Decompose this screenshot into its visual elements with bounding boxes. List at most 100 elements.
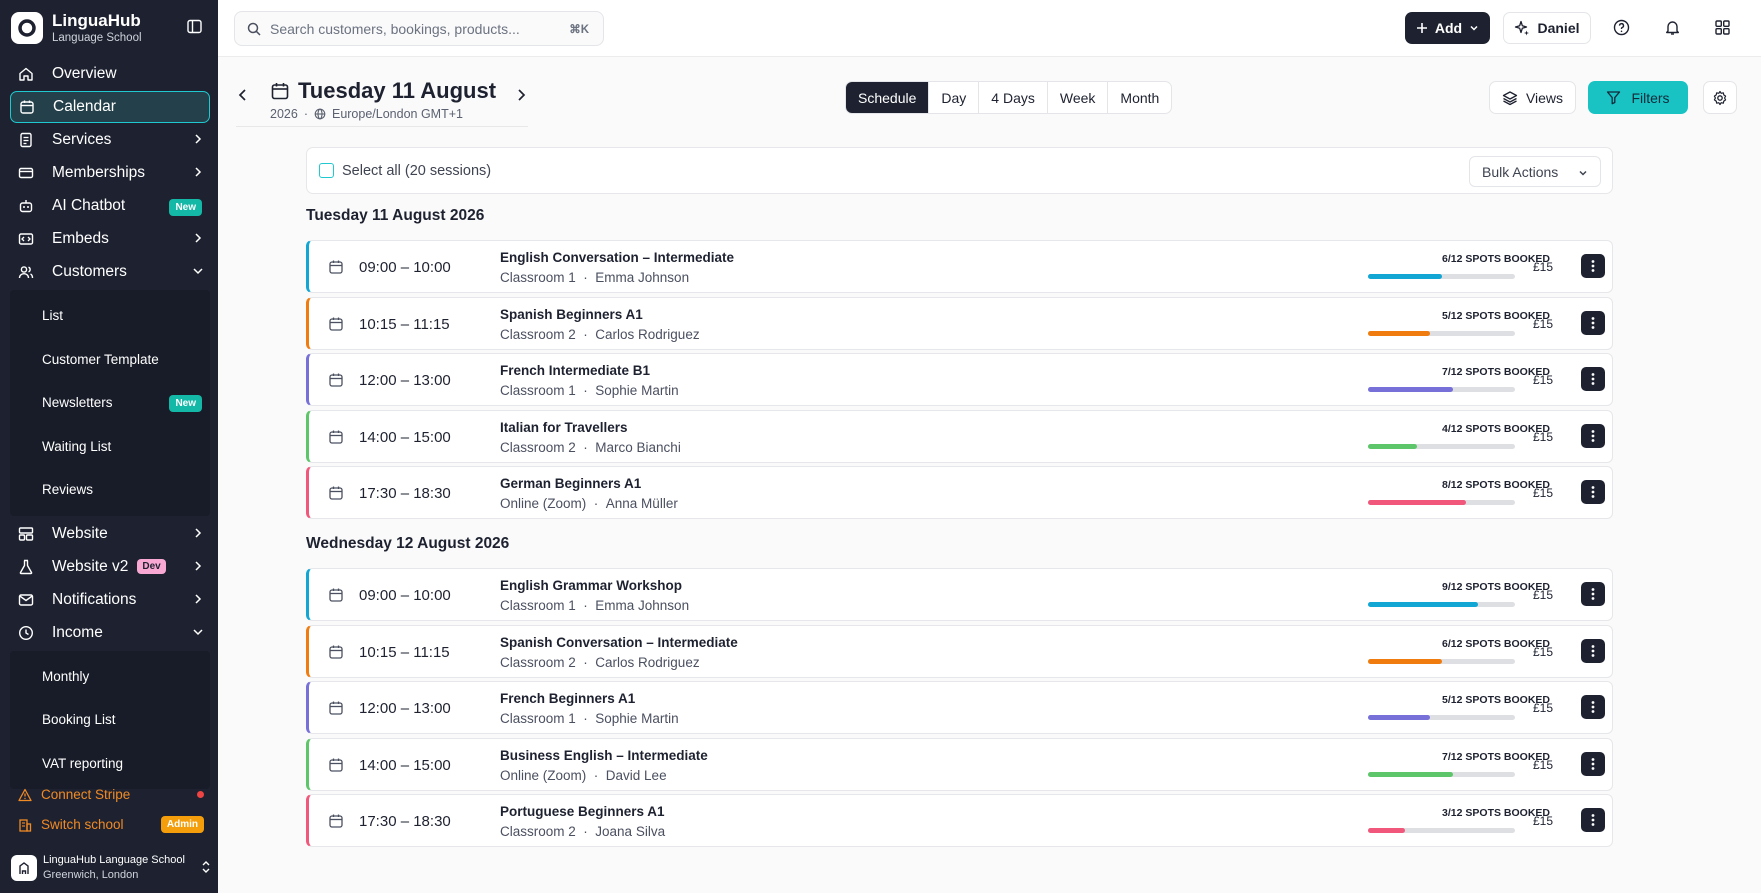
brand-name: LinguaHub bbox=[52, 11, 141, 30]
submenu-item-monthly[interactable]: Monthly bbox=[10, 655, 210, 699]
calendar-icon bbox=[329, 758, 343, 772]
help-icon[interactable] bbox=[1613, 19, 1630, 36]
sidebar-item-overview[interactable]: Overview bbox=[10, 58, 210, 90]
sidebar-toggle-icon[interactable] bbox=[187, 19, 202, 34]
submenu-item-vat-reporting[interactable]: VAT reporting bbox=[10, 742, 210, 786]
capacity-bar bbox=[1368, 828, 1515, 833]
sidebar-item-ai-chatbot[interactable]: AI Chatbot New bbox=[10, 190, 210, 222]
more-options-button[interactable] bbox=[1581, 367, 1605, 391]
sidebar-item-services[interactable]: Services bbox=[10, 124, 210, 156]
sidebar-item-customers[interactable]: Customers bbox=[10, 256, 210, 288]
sidebar-item-website-v2[interactable]: Website v2 Dev bbox=[10, 551, 210, 583]
calendar-icon bbox=[329, 701, 343, 715]
session-row[interactable]: 09:00 – 10:00 English Grammar Workshop Cla… bbox=[306, 568, 1613, 621]
chevron-down-icon bbox=[193, 268, 203, 275]
session-row[interactable]: 17:30 – 18:30 German Beginners A1 Online (… bbox=[306, 466, 1613, 519]
bulk-actions-dropdown[interactable]: Bulk Actions bbox=[1469, 156, 1601, 187]
tab-week[interactable]: Week bbox=[1046, 82, 1108, 113]
next-date-button[interactable] bbox=[515, 88, 527, 102]
sidebar-item-embeds[interactable]: Embeds bbox=[10, 223, 210, 255]
more-vertical-icon bbox=[1591, 701, 1595, 713]
select-all-checkbox[interactable] bbox=[319, 163, 334, 178]
session-row[interactable]: 10:15 – 11:15 Spanish Conversation – Inte… bbox=[306, 624, 1613, 678]
more-options-button[interactable] bbox=[1581, 310, 1605, 335]
session-row[interactable]: 10:15 – 11:15 Spanish Beginners A1 Classro… bbox=[306, 296, 1613, 350]
views-button[interactable]: Views bbox=[1489, 81, 1576, 114]
submenu-item-waiting-list[interactable]: Waiting List bbox=[10, 425, 210, 469]
add-button[interactable]: Add bbox=[1405, 12, 1490, 44]
calendar-icon bbox=[271, 83, 289, 100]
session-price: £15 bbox=[1533, 757, 1554, 772]
prev-date-button[interactable] bbox=[237, 88, 249, 102]
switch-school-link[interactable]: Switch school Admin bbox=[18, 816, 204, 833]
tab-4-days[interactable]: 4 Days bbox=[978, 82, 1047, 113]
spots-booked-label: 7/12 SPOTS BOOKED bbox=[1442, 366, 1550, 378]
more-options-button[interactable] bbox=[1581, 695, 1605, 719]
connect-stripe-label: Connect Stripe bbox=[41, 787, 131, 802]
brand[interactable]: LinguaHub Language School bbox=[11, 11, 142, 45]
logo-icon bbox=[11, 12, 43, 44]
settings-button[interactable] bbox=[1703, 81, 1737, 114]
sidebar-item-calendar[interactable]: Calendar bbox=[10, 91, 210, 123]
session-time: 14:00 – 15:00 bbox=[359, 756, 451, 774]
session-details: Classroom 1 · Emma Johnson bbox=[500, 598, 689, 613]
school-switcher[interactable]: LinguaHub Language School Greenwich, Lon… bbox=[11, 853, 211, 883]
more-options-button[interactable] bbox=[1581, 254, 1605, 278]
sidebar-item-website[interactable]: Website bbox=[10, 518, 210, 550]
more-options-button[interactable] bbox=[1581, 480, 1605, 504]
sidebar-item-notifications[interactable]: Notifications bbox=[10, 584, 210, 616]
user-menu-button[interactable]: Daniel bbox=[1503, 12, 1591, 44]
filters-button[interactable]: Filters bbox=[1588, 81, 1688, 114]
switch-school-label: Switch school bbox=[41, 817, 124, 832]
card-icon bbox=[18, 167, 34, 179]
session-row[interactable]: 12:00 – 13:00 French Beginners A1 Classroo… bbox=[306, 681, 1613, 734]
session-row[interactable]: 09:00 – 10:00 English Conversation – Inte… bbox=[306, 240, 1613, 293]
apps-grid-icon[interactable] bbox=[1714, 19, 1731, 36]
session-title: Spanish Conversation – Intermediate bbox=[500, 634, 738, 650]
tab-schedule[interactable]: Schedule bbox=[846, 82, 929, 113]
gear-icon bbox=[1713, 90, 1727, 105]
more-vertical-icon bbox=[1591, 316, 1595, 329]
more-options-button[interactable] bbox=[1581, 808, 1605, 832]
more-options-button[interactable] bbox=[1581, 751, 1605, 776]
submenu-item-list[interactable]: List bbox=[10, 294, 210, 338]
session-row[interactable]: 17:30 – 18:30 Portuguese Beginners A1 Clas… bbox=[306, 794, 1613, 847]
session-title: English Conversation – Intermediate bbox=[500, 250, 735, 265]
submenu-item-newsletters[interactable]: Newsletters New bbox=[10, 381, 210, 425]
session-room: Online (Zoom) bbox=[500, 767, 587, 783]
submenu-item-customer-template[interactable]: Customer Template bbox=[10, 338, 210, 382]
more-options-button[interactable] bbox=[1581, 638, 1605, 663]
tab-month[interactable]: Month bbox=[1107, 82, 1171, 113]
session-price: £15 bbox=[1533, 373, 1554, 387]
more-options-button[interactable] bbox=[1581, 582, 1605, 606]
session-title: English Grammar Workshop bbox=[500, 578, 683, 593]
capacity-bar-fill bbox=[1368, 715, 1430, 720]
session-row[interactable]: 14:00 – 15:00 Italian for Travellers Class… bbox=[306, 409, 1613, 463]
session-teacher: Joana Silva bbox=[595, 824, 666, 839]
capacity-bar-fill bbox=[1368, 443, 1417, 449]
embed-icon bbox=[18, 233, 34, 245]
add-button-label: Add bbox=[1434, 20, 1463, 36]
submenu-item-reviews[interactable]: Reviews bbox=[10, 468, 210, 512]
sidebar-item-label: Services bbox=[52, 131, 112, 148]
more-options-button[interactable] bbox=[1581, 423, 1605, 448]
capacity-bar bbox=[1368, 274, 1515, 279]
session-room: Classroom 1 bbox=[500, 270, 576, 285]
session-row[interactable]: 12:00 – 13:00 French Intermediate B1 Class… bbox=[306, 353, 1613, 406]
submenu-item-booking-list[interactable]: Booking List bbox=[10, 698, 210, 742]
connect-stripe-link[interactable]: Connect Stripe bbox=[18, 787, 204, 802]
sidebar-item-income[interactable]: Income bbox=[10, 617, 210, 649]
session-row[interactable]: 14:00 – 15:00 Business English – Intermed… bbox=[306, 737, 1613, 791]
layers-icon bbox=[1502, 90, 1518, 105]
search-input[interactable]: Search customers, bookings, products... … bbox=[234, 11, 604, 46]
bell-icon[interactable] bbox=[1664, 19, 1681, 36]
separator-dot: · bbox=[575, 824, 596, 839]
spots-booked-label: 5/12 SPOTS BOOKED bbox=[1442, 694, 1550, 706]
sidebar-item-memberships[interactable]: Memberships bbox=[10, 157, 210, 189]
session-title: German Beginners A1 bbox=[500, 476, 642, 491]
calendar-icon bbox=[329, 588, 343, 602]
capacity-bar bbox=[1368, 387, 1515, 392]
chevron-right-icon bbox=[195, 593, 202, 604]
session-teacher: David Lee bbox=[605, 767, 667, 783]
tab-day[interactable]: Day bbox=[928, 82, 978, 113]
